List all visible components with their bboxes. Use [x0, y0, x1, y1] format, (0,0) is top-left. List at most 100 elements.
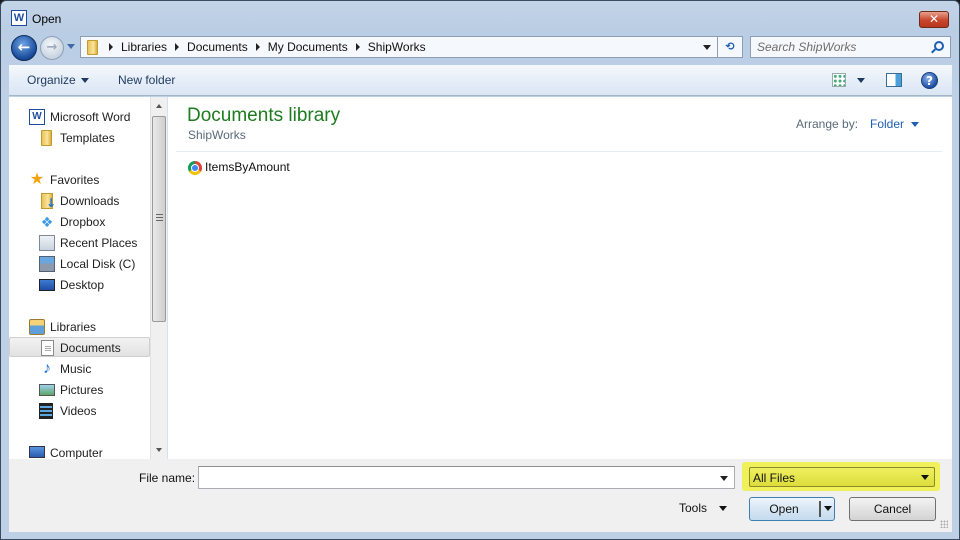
organize-button[interactable]: Organize — [27, 73, 89, 87]
search-input[interactable] — [757, 39, 927, 55]
resize-grip-icon[interactable] — [940, 520, 948, 528]
folder-icon — [41, 130, 52, 146]
file-name-combobox[interactable] — [198, 466, 735, 489]
address-bar[interactable]: Libraries Documents My Documents ShipWor… — [80, 36, 717, 58]
nav-item-templates[interactable]: Templates — [9, 128, 150, 148]
organize-label: Organize — [27, 73, 76, 87]
arrange-by-dropdown[interactable]: Folder — [870, 117, 920, 131]
toolbar: Organize New folder ? — [9, 65, 952, 96]
pictures-icon — [39, 384, 55, 396]
chevron-down-icon — [911, 122, 920, 128]
nav-item-pictures[interactable]: Pictures — [9, 380, 150, 400]
new-folder-button[interactable]: New folder — [118, 73, 175, 87]
nav-item-libraries[interactable]: Libraries — [9, 317, 150, 337]
nav-item-recent-places[interactable]: Recent Places — [9, 233, 150, 253]
desktop-icon — [39, 279, 55, 291]
change-view-icon[interactable] — [832, 73, 846, 87]
nav-item-dropbox[interactable]: ❖ Dropbox — [9, 212, 150, 232]
search-box[interactable] — [750, 36, 951, 58]
scroll-down-arrow-icon[interactable] — [156, 448, 162, 452]
libraries-icon — [29, 319, 45, 335]
breadcrumb-separator-icon[interactable] — [109, 43, 113, 51]
nav-item-label: Downloads — [60, 194, 120, 208]
chevron-down-icon — [80, 78, 89, 84]
nav-item-label: Dropbox — [60, 215, 106, 229]
footer-panel: File name: All Files Tools Open Cancel — [9, 459, 952, 532]
forward-button[interactable]: → — [40, 36, 64, 60]
nav-item-videos[interactable]: Videos — [9, 401, 150, 421]
disk-icon — [39, 256, 55, 272]
breadcrumb: Libraries Documents My Documents ShipWor… — [105, 40, 426, 54]
nav-item-label: Templates — [60, 131, 115, 145]
nav-item-music[interactable]: ♪ Music — [9, 359, 150, 379]
downloads-icon — [41, 193, 56, 210]
computer-icon — [29, 446, 45, 458]
breadcrumb-libraries[interactable]: Libraries — [121, 40, 167, 54]
tools-label: Tools — [679, 501, 708, 515]
split-divider — [819, 501, 821, 517]
nav-item-label: Computer — [50, 446, 103, 459]
chevron-down-icon[interactable] — [720, 476, 728, 481]
grip-icon — [156, 214, 163, 221]
library-subtitle: ShipWorks — [188, 128, 246, 142]
view-options-chevron-icon[interactable] — [857, 78, 865, 83]
nav-item-desktop[interactable]: Desktop — [9, 275, 150, 295]
preview-pane-icon[interactable] — [886, 73, 902, 87]
nav-item-downloads[interactable]: Downloads — [9, 191, 150, 211]
breadcrumb-separator-icon[interactable] — [255, 43, 260, 51]
open-button[interactable]: Open — [749, 497, 835, 521]
file-type-select[interactable]: All Files — [749, 467, 935, 487]
chrome-icon — [188, 161, 202, 175]
music-icon: ♪ — [43, 360, 51, 377]
open-dialog: W Open ✕ ← → Libraries Documents My Docu… — [0, 0, 960, 540]
file-list-pane: Documents library ShipWorks Arrange by: … — [167, 97, 952, 459]
address-dropdown-icon[interactable] — [703, 45, 711, 50]
nav-item-computer[interactable]: Computer — [9, 443, 150, 459]
nav-item-microsoft-word[interactable]: W Microsoft Word — [9, 107, 150, 127]
nav-item-label: Microsoft Word — [50, 110, 131, 124]
arrange-by-label: Arrange by: — [796, 117, 859, 131]
breadcrumb-documents[interactable]: Documents — [187, 40, 248, 54]
file-type-value: All Files — [753, 471, 796, 485]
search-icon[interactable] — [934, 41, 944, 51]
nav-item-local-disk[interactable]: Local Disk (C) — [9, 254, 150, 274]
breadcrumb-separator-icon[interactable] — [355, 43, 360, 51]
cancel-button[interactable]: Cancel — [849, 497, 936, 521]
chevron-down-icon — [719, 506, 728, 512]
back-button[interactable]: ← — [11, 35, 37, 61]
file-name-input[interactable] — [202, 470, 712, 485]
breadcrumb-shipworks[interactable]: ShipWorks — [368, 40, 426, 54]
tools-button[interactable]: Tools — [679, 501, 728, 515]
nav-item-favorites[interactable]: ★ Favorites — [9, 170, 150, 190]
nav-item-label: Favorites — [50, 173, 100, 187]
nav-item-label: Libraries — [50, 320, 97, 334]
title-bar: W Open ✕ — [1, 1, 959, 33]
help-icon[interactable]: ? — [921, 72, 938, 89]
dropbox-icon: ❖ — [40, 214, 54, 230]
scrollbar-thumb[interactable] — [152, 116, 166, 322]
document-icon — [41, 340, 54, 356]
nav-item-label: Desktop — [60, 278, 105, 292]
arrange-by-value: Folder — [870, 117, 905, 131]
nav-pane-scrollbar[interactable] — [150, 97, 167, 459]
chevron-down-icon — [921, 475, 929, 480]
nav-item-label: Recent Places — [60, 236, 138, 250]
divider — [176, 151, 942, 152]
nav-item-label: Music — [60, 362, 92, 376]
recent-locations-chevron-icon[interactable] — [67, 44, 75, 49]
word-icon: W — [29, 109, 45, 125]
open-label: Open — [769, 502, 799, 516]
folder-icon — [87, 40, 98, 55]
refresh-button[interactable]: ⟲ — [717, 36, 743, 58]
nav-item-documents[interactable]: Documents — [9, 337, 150, 357]
star-icon: ★ — [29, 171, 45, 188]
breadcrumb-my-documents[interactable]: My Documents — [268, 40, 348, 54]
close-button[interactable]: ✕ — [919, 11, 949, 28]
breadcrumb-separator-icon[interactable] — [175, 43, 180, 51]
scroll-up-arrow-icon[interactable] — [156, 104, 162, 108]
file-name: ItemsByAmount — [205, 160, 290, 174]
open-options-chevron-icon[interactable] — [824, 506, 832, 511]
word-icon: W — [11, 10, 27, 26]
nav-item-label: Pictures — [60, 383, 104, 397]
nav-item-label: Documents — [60, 341, 121, 355]
